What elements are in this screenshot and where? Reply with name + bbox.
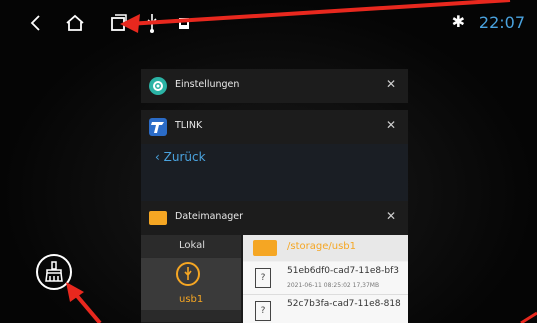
- annotation-arrow-top: [66, 0, 537, 323]
